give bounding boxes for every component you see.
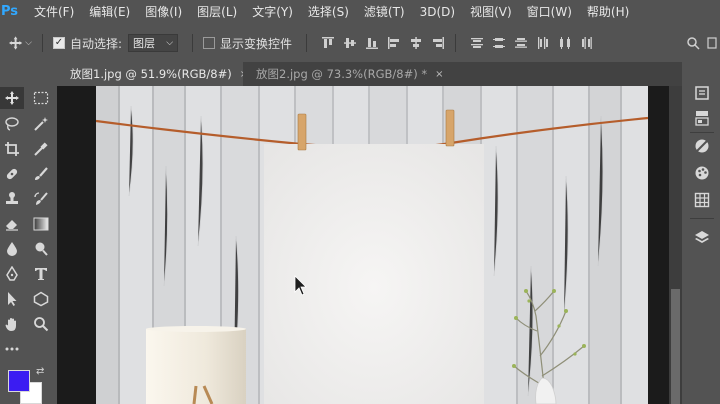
properties-icon[interactable] [691,82,713,104]
align-buttons [317,33,449,53]
pasteboard [648,86,669,404]
scrollbar-thumb[interactable] [671,289,680,404]
gradient-icon[interactable] [29,213,53,235]
path-select-icon[interactable] [0,288,24,310]
pen-icon[interactable] [0,263,24,285]
options-right-group [682,29,720,57]
layers-icon[interactable] [691,227,713,249]
menu-select[interactable]: 选择(S) [308,3,349,20]
menu-view[interactable]: 视图(V) [470,3,512,20]
distribute-vcenter-icon[interactable] [488,33,510,53]
align-top-icon[interactable] [317,33,339,53]
divider [192,34,194,52]
tool-preset-picker[interactable]: ⌵ [8,33,32,53]
brush-icon[interactable] [29,163,53,185]
clone-stamp-icon[interactable] [0,188,24,210]
menu-items: 文件(F) 编辑(E) 图像(I) 图层(L) 文字(Y) 选择(S) 滤镜(T… [34,3,644,20]
blur-icon[interactable] [0,238,24,260]
healing-brush-icon[interactable] [0,163,24,185]
auto-select-label: 自动选择: [70,36,123,51]
menu-file[interactable]: 文件(F) [34,3,74,20]
menu-edit[interactable]: 编辑(E) [89,3,130,20]
divider [690,132,714,133]
divider [42,34,43,52]
menu-type[interactable]: 文字(Y) [252,3,293,20]
align-vcenter-icon[interactable] [339,33,361,53]
shape-icon[interactable] [29,288,53,310]
crop-icon[interactable] [0,138,24,160]
menu-window[interactable]: 窗口(W) [527,3,572,20]
zoom-icon[interactable] [29,313,53,335]
color-icon[interactable] [691,135,713,157]
grid-icon[interactable] [691,189,713,211]
menu-layer[interactable]: 图层(L) [197,3,237,20]
distribute-bottom-icon[interactable] [510,33,532,53]
foreground-color-swatch[interactable] [8,370,30,392]
marquee-icon[interactable] [29,87,53,109]
distribute-left-icon[interactable] [532,33,554,53]
lasso-icon[interactable] [0,113,24,135]
panel-dock [684,62,720,404]
adjustments-icon[interactable] [691,107,713,129]
workspace-icon[interactable] [704,33,720,53]
menu-image[interactable]: 图像(I) [145,3,182,20]
canvas-area[interactable] [57,86,669,404]
distribute-buttons [466,33,598,53]
hand-icon[interactable] [0,313,24,335]
auto-select-target-dropdown[interactable]: 图层 ⌵ [128,34,179,52]
tab-document-2[interactable]: 放图2.jpg @ 73.3%(RGB/8#) * × [243,62,452,86]
document-tabs: 放图1.jpg @ 51.9%(RGB/8#) × 放图2.jpg @ 73.3… [57,62,682,86]
history-brush-icon[interactable] [29,188,53,210]
dodge-icon[interactable] [29,238,53,260]
tools-panel [0,86,57,404]
move-icon [8,36,23,50]
divider [690,218,714,219]
show-transform-checkbox[interactable] [203,37,216,49]
show-transform-label: 显示变换控件 [220,36,293,51]
tab-document-1[interactable]: 放图1.jpg @ 51.9%(RGB/8#) × [57,62,248,86]
chevron-down-icon: ⌵ [166,38,174,48]
align-right-icon[interactable] [427,33,449,53]
vertical-scrollbar[interactable] [669,86,682,404]
document-image[interactable] [96,86,648,404]
menu-3d[interactable]: 3D(D) [420,5,455,19]
menu-bar: Ps 文件(F) 编辑(E) 图像(I) 图层(L) 文字(Y) 选择(S) 滤… [0,0,720,23]
distribute-hcenter-icon[interactable] [554,33,576,53]
auto-select-target-value: 图层 [133,37,156,50]
eyedropper-icon[interactable] [29,138,53,160]
more-tools-icon[interactable] [0,338,24,360]
align-bottom-icon[interactable] [361,33,383,53]
photoshop-window: Ps 文件(F) 编辑(E) 图像(I) 图层(L) 文字(Y) 选择(S) 滤… [0,0,720,404]
swap-colors-icon[interactable]: ⇄ [36,366,44,377]
menu-help[interactable]: 帮助(H) [587,3,629,20]
options-bar: ⌵ ✓ 自动选择: 图层 ⌵ 显示变换控件 [0,29,720,57]
tab-document-1-label: 放图1.jpg @ 51.9%(RGB/8#) [70,67,232,81]
close-icon[interactable]: × [435,69,443,80]
search-icon[interactable] [682,33,704,53]
app-logo: Ps [1,4,19,19]
pasteboard [57,86,96,404]
photo-content [96,86,648,404]
move-icon[interactable] [0,87,24,109]
distribute-top-icon[interactable] [466,33,488,53]
tab-document-2-label: 放图2.jpg @ 73.3%(RGB/8#) * [256,67,428,81]
type-icon[interactable] [29,263,53,285]
align-hcenter-icon[interactable] [405,33,427,53]
distribute-right-icon[interactable] [576,33,598,53]
swatches-icon[interactable] [691,162,713,184]
align-left-icon[interactable] [383,33,405,53]
auto-select-checkbox[interactable]: ✓ [53,37,65,49]
menu-filter[interactable]: 滤镜(T) [364,3,405,20]
eraser-icon[interactable] [0,213,24,235]
divider [455,34,457,52]
divider [306,34,308,52]
magic-wand-icon[interactable] [29,113,53,135]
chevron-down-icon: ⌵ [25,38,32,48]
